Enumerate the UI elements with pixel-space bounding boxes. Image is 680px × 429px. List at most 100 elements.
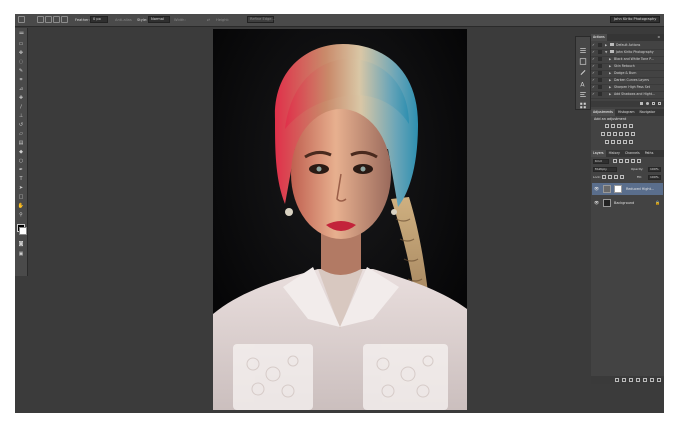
invert-icon[interactable] [605,140,609,144]
new-selection-icon[interactable] [37,16,44,23]
brush-panel-icon[interactable] [579,61,587,75]
quick-select-icon[interactable]: ✎ [17,67,25,74]
collapsed-triangle-icon[interactable]: ▶ [605,42,607,49]
selective-color-icon[interactable] [629,140,633,144]
action-check-icon[interactable]: ✓ [592,50,596,54]
workspace-switcher[interactable]: John Kirito Photography [610,16,660,23]
path-select-icon[interactable]: ➤ [17,184,25,191]
layer-row-background[interactable]: 👁 Background 🔒 [592,197,663,209]
toolbar-collapse-icon[interactable] [17,30,25,37]
action-check-icon[interactable]: ✓ [592,78,596,82]
collapsed-triangle-icon[interactable]: ▶ [609,84,611,91]
new-action-icon[interactable] [652,102,655,105]
dialog-toggle[interactable] [598,57,602,61]
swap-icon[interactable]: ⇄ [207,16,210,24]
dialog-toggle[interactable] [598,85,602,89]
style-select[interactable]: Normal [148,16,170,23]
antialias-checkbox[interactable]: Anti-alias [115,16,132,24]
opacity-input[interactable]: 100% [648,167,661,172]
record-icon[interactable] [646,102,649,105]
vibrance-icon[interactable] [629,124,633,128]
lock-transparent-icon[interactable] [602,175,606,179]
marquee-icon[interactable]: ▭ [17,40,25,47]
clone-stamp-icon[interactable]: ⊥ [17,112,25,119]
lasso-icon[interactable]: ◌ [17,58,25,65]
blur-icon[interactable]: ◆ [17,148,25,155]
lock-pixels-icon[interactable] [608,175,612,179]
delete-action-icon[interactable] [658,102,661,105]
pen-icon[interactable]: ✒ [17,166,25,173]
color-balance-icon[interactable] [607,132,611,136]
tab-channels[interactable]: Channels [623,150,642,157]
exposure-icon[interactable] [623,124,627,128]
healing-icon[interactable]: ✚ [17,94,25,101]
layer-filter-select[interactable]: Kind [593,159,609,164]
link-layers-icon[interactable] [615,378,619,382]
paragraph-panel-icon[interactable] [579,83,587,97]
swatches-panel-icon[interactable] [579,94,587,109]
layer-row-reduced-highlights[interactable]: 👁 Reduced Hight... [592,183,663,195]
layer-style-icon[interactable] [622,378,626,382]
collapsed-triangle-icon[interactable]: ▶ [609,70,611,77]
black-white-icon[interactable] [613,132,617,136]
brightness-icon[interactable] [605,124,609,128]
action-check-icon[interactable]: ✓ [592,57,596,61]
add-selection-icon[interactable] [45,16,52,23]
levels-icon[interactable] [611,124,615,128]
tab-layers[interactable]: Layers [591,150,606,157]
move-icon[interactable]: ✥ [17,49,25,56]
gradient-icon[interactable]: ▤ [17,139,25,146]
document-canvas[interactable] [213,29,467,410]
action-check-icon[interactable]: ✓ [592,92,596,96]
action-check-icon[interactable]: ✓ [592,64,596,68]
dialog-toggle[interactable] [598,92,602,96]
intersect-selection-icon[interactable] [61,16,68,23]
eraser-icon[interactable]: ▱ [17,130,25,137]
channel-mixer-icon[interactable] [625,132,629,136]
add-mask-icon[interactable] [629,378,633,382]
action-check-icon[interactable]: ✓ [592,71,596,75]
dodge-icon[interactable]: ○ [17,157,25,164]
quick-mask-icon[interactable]: ◙ [17,240,25,247]
expanded-triangle-icon[interactable]: ▼ [605,49,607,56]
background-color-swatch[interactable] [19,227,27,235]
color-lookup-icon[interactable] [631,132,635,136]
stop-icon[interactable] [640,102,643,105]
type-icon[interactable]: T [17,175,25,182]
tab-histogram[interactable]: Histogram [616,109,637,116]
character-panel-icon[interactable]: A [579,72,587,88]
photo-filter-icon[interactable] [619,132,623,136]
feather-input[interactable]: 0 px [90,16,108,23]
action-check-icon[interactable]: ✓ [592,43,596,47]
blend-mode-select[interactable]: Multiply [593,167,617,172]
collapsed-triangle-icon[interactable]: ▶ [609,56,611,63]
gradient-map-icon[interactable] [623,140,627,144]
posterize-icon[interactable] [611,140,615,144]
visibility-eye-icon[interactable]: 👁 [594,186,599,191]
marquee-tool-preset-icon[interactable] [18,16,25,23]
subtract-selection-icon[interactable] [53,16,60,23]
action-item[interactable]: ✓ ▶ Add Shadows and Hight... [591,91,664,99]
new-adjustment-icon[interactable] [636,378,640,382]
delete-layer-icon[interactable] [657,378,661,382]
eyedropper-icon[interactable]: ⊿ [17,85,25,92]
hand-icon[interactable]: ✋ [17,202,25,209]
new-group-icon[interactable] [643,378,647,382]
type-filter-icon[interactable] [625,159,629,163]
dialog-toggle[interactable] [598,64,602,68]
tab-adjustments[interactable]: Adjustments [591,109,615,116]
tab-history[interactable]: History [607,150,622,157]
history-panel-icon[interactable] [579,39,587,53]
smart-filter-icon[interactable] [637,159,641,163]
curves-icon[interactable] [617,124,621,128]
new-layer-icon[interactable] [650,378,654,382]
properties-panel-icon[interactable] [579,50,587,65]
history-brush-icon[interactable]: ↺ [17,121,25,128]
dialog-toggle[interactable] [598,43,602,47]
collapsed-triangle-icon[interactable]: ▶ [609,63,611,70]
zoom-icon[interactable]: ⚲ [17,211,25,218]
tab-actions[interactable]: Actions [591,34,607,41]
collapsed-triangle-icon[interactable]: ▶ [609,91,611,98]
shape-filter-icon[interactable] [631,159,635,163]
dialog-toggle[interactable] [598,78,602,82]
